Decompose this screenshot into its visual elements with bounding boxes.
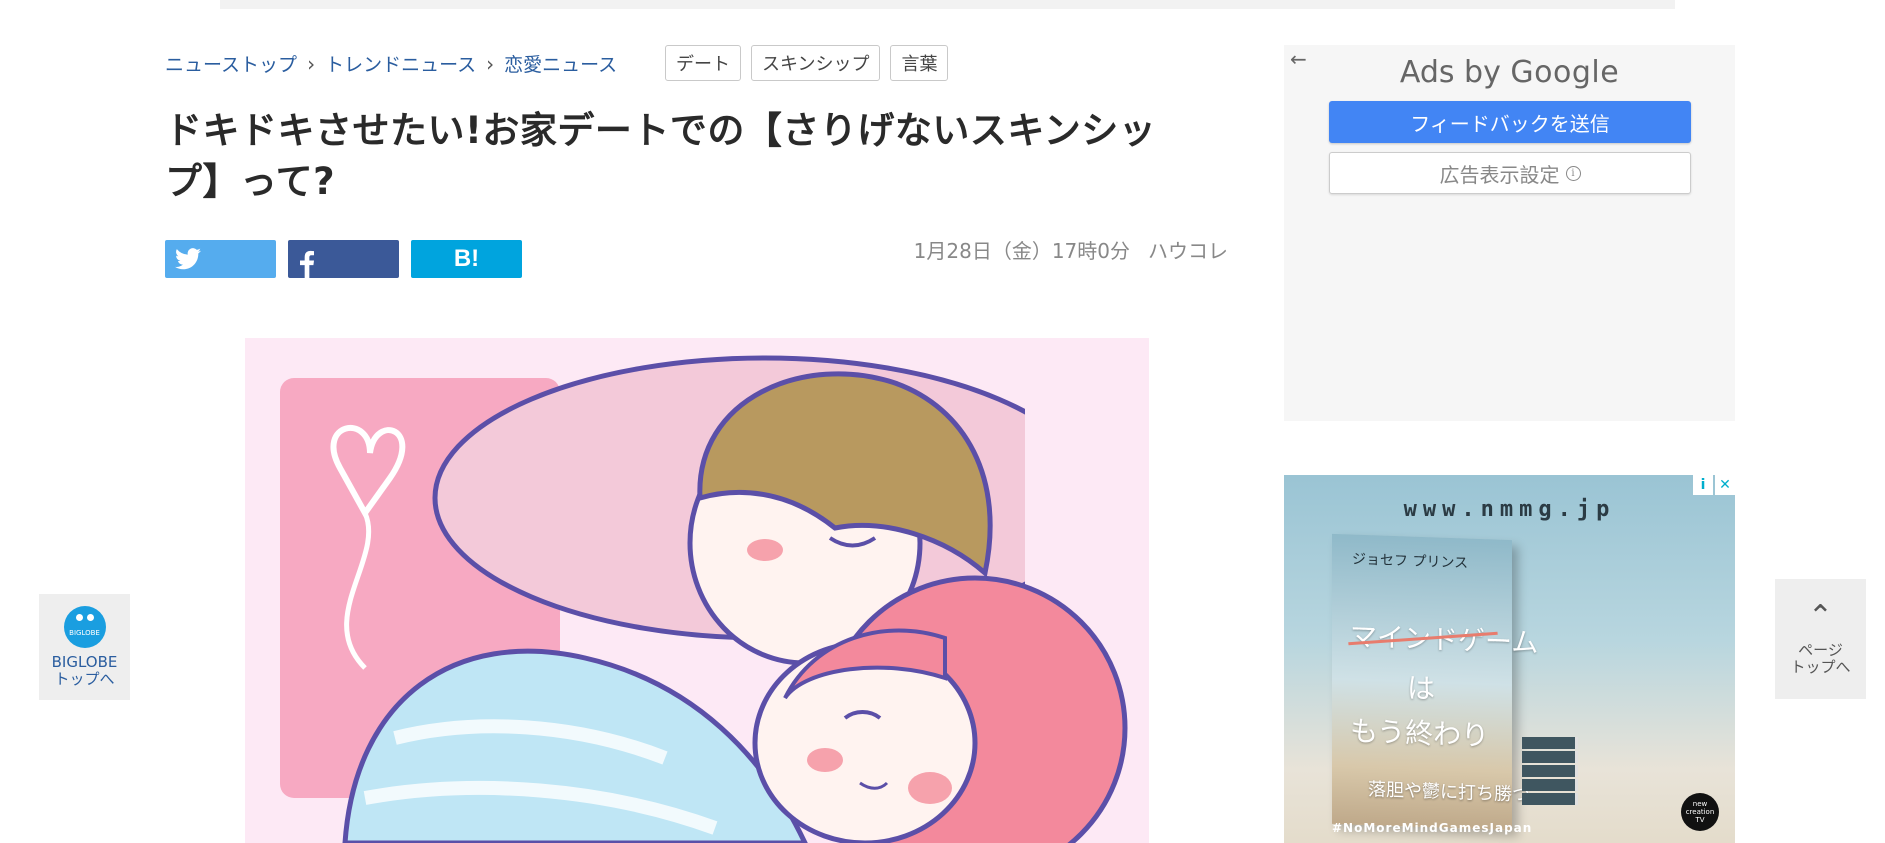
book-ad-banner[interactable]: i ✕ www.nmmg.jp ジョセフ プリンス マインドゲーム は もう終わ… xyxy=(1284,475,1735,843)
article-illustration xyxy=(245,338,1149,843)
send-feedback-button[interactable]: フィードバックを送信 xyxy=(1329,101,1691,143)
ad-settings-label: 広告表示設定 xyxy=(1439,162,1560,187)
book-title-line2: は xyxy=(1407,671,1436,706)
article-source: ハウコレ xyxy=(1148,239,1228,263)
info-icon: i xyxy=(1565,165,1581,181)
ad-settings-button[interactable]: 広告表示設定 i xyxy=(1329,152,1691,194)
biglobe-top-label: トップへ xyxy=(54,670,115,688)
page-label: ページ xyxy=(1798,641,1843,659)
page-top-button[interactable]: ⌃ ページ トップへ xyxy=(1775,579,1866,699)
google-ad-panel: ← Ads by Google フィードバックを送信 広告表示設定 i xyxy=(1284,45,1735,421)
tag-date[interactable]: デート xyxy=(665,45,741,81)
facebook-share-button[interactable] xyxy=(288,240,399,278)
chevron-up-icon: ⌃ xyxy=(1807,599,1834,634)
breadcrumb-separator-icon: › xyxy=(307,51,316,76)
top-bar xyxy=(220,0,1675,9)
biglobe-label: BIGLOBE xyxy=(51,653,118,671)
ads-by-google-label: Ads by Google xyxy=(1284,55,1735,90)
breadcrumb-news-top[interactable]: ニューストップ xyxy=(165,50,297,77)
hatena-bookmark-button[interactable]: B! xyxy=(411,240,522,278)
page-top-label: トップへ xyxy=(1790,658,1851,676)
tag-words[interactable]: 言葉 xyxy=(890,45,949,81)
book-cover: ジョセフ プリンス マインドゲーム は もう終わり 落胆や鬱に打ち勝つ xyxy=(1332,533,1538,831)
hatena-label: B! xyxy=(453,245,480,272)
ad-info-icon[interactable]: i xyxy=(1693,475,1713,495)
book-subtitle: 落胆や鬱に打ち勝つ xyxy=(1368,779,1530,806)
facebook-icon xyxy=(300,250,314,278)
book-stack xyxy=(1522,737,1578,807)
ads-by-text: Ads by xyxy=(1399,55,1511,90)
breadcrumb-separator-icon: › xyxy=(486,51,495,76)
ad-url: www.nmmg.jp xyxy=(1403,497,1616,522)
google-wordmark: Google xyxy=(1510,55,1620,90)
tag-list: デート スキンシップ 言葉 xyxy=(665,45,949,81)
article-meta: 1月28日（金）17時0分 ハウコレ xyxy=(896,235,1228,264)
new-creation-tv-logo: new creation TV xyxy=(1681,793,1719,831)
tag-skinship[interactable]: スキンシップ xyxy=(751,45,881,81)
breadcrumb: ニューストップ › トレンドニュース › 恋愛ニュース xyxy=(165,50,617,77)
ad-hashtag: #NoMoreMindGamesJapan xyxy=(1332,821,1533,835)
book-title-line3: もう終わり xyxy=(1350,714,1490,753)
book-author: ジョセフ プリンス xyxy=(1352,551,1469,572)
ad-close-icon[interactable]: ✕ xyxy=(1715,475,1735,495)
biglobe-top-button[interactable]: BIGLOBE BIGLOBE トップへ xyxy=(39,594,130,700)
biglobe-logo-icon: BIGLOBE xyxy=(63,606,106,648)
article-date: 1月28日（金）17時0分 xyxy=(913,239,1130,263)
ad-choices-controls: i ✕ xyxy=(1693,475,1735,495)
twitter-share-button[interactable] xyxy=(165,240,276,278)
breadcrumb-love-news[interactable]: 恋愛ニュース xyxy=(504,50,617,77)
twitter-icon xyxy=(175,248,201,270)
breadcrumb-trend-news[interactable]: トレンドニュース xyxy=(325,50,476,77)
article-title: ドキドキさせたい!お家デートでの【さりげないスキンシップ】って? xyxy=(165,109,1157,203)
